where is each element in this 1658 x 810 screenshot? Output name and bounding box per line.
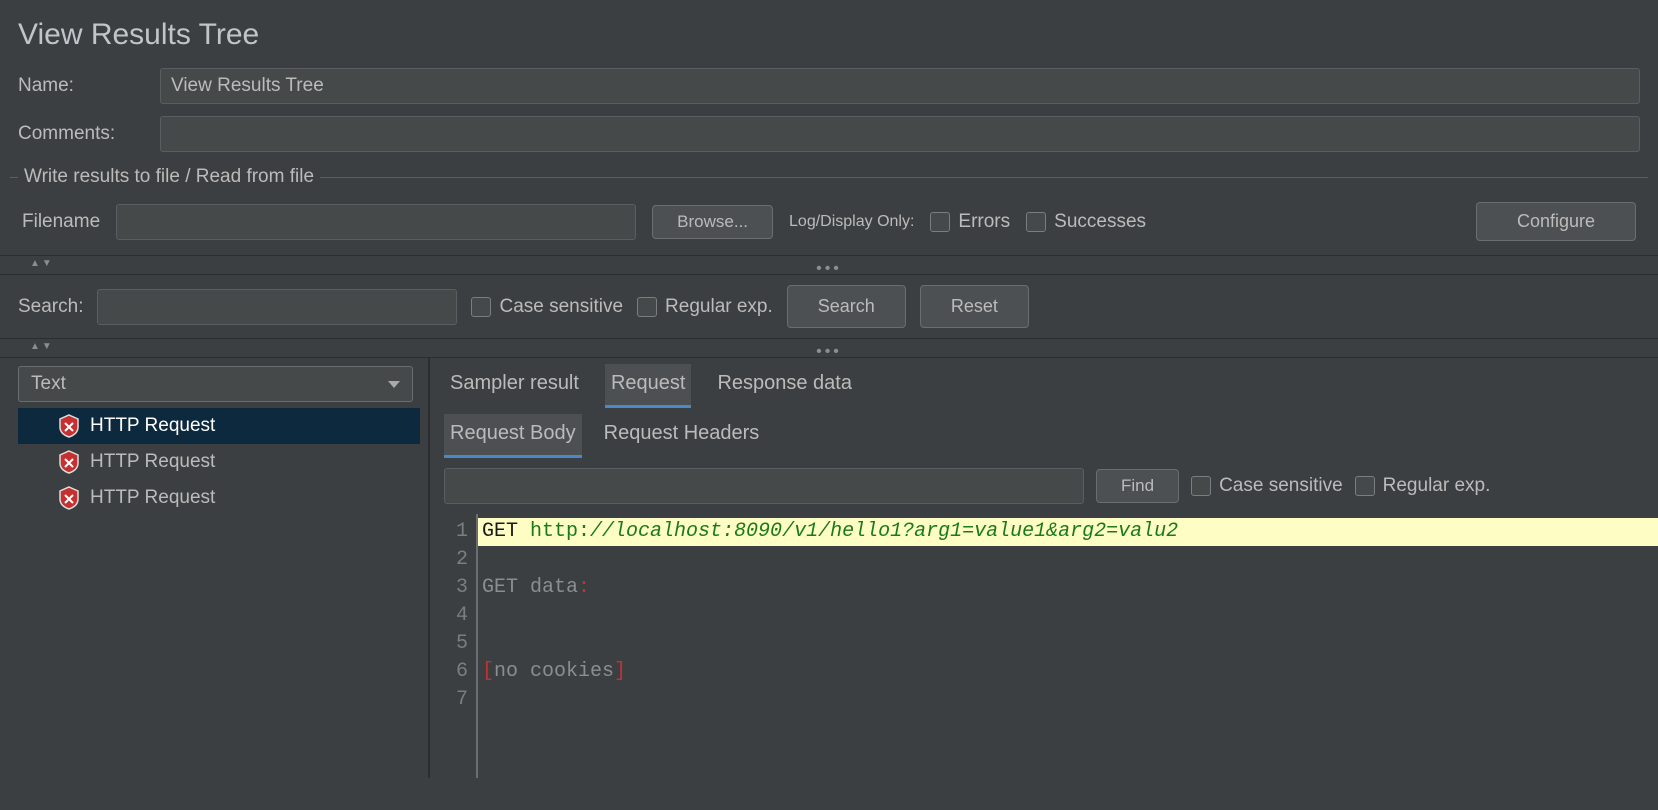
result-item[interactable]: HTTP Request <box>18 444 420 480</box>
code-line-2 <box>478 546 1658 574</box>
splitter-2[interactable]: ▲▼ ••• <box>0 338 1658 358</box>
tabs: Sampler result Request Response data <box>430 358 1658 408</box>
subtab-request-headers[interactable]: Request Headers <box>598 414 766 458</box>
find-regex-checkbox[interactable]: Regular exp. <box>1355 475 1491 497</box>
code-line-1: GET http://localhost:8090/v1/hello1?arg1… <box>478 518 1658 546</box>
filename-input[interactable] <box>116 204 636 240</box>
find-button[interactable]: Find <box>1096 469 1179 503</box>
splitter-arrows-icon: ▲▼ <box>30 341 54 352</box>
search-button[interactable]: Search <box>787 285 906 328</box>
regex-label: Regular exp. <box>665 296 773 318</box>
subtab-request-body[interactable]: Request Body <box>444 414 582 458</box>
results-panel: Text HTTP Request HTTP Request HTTP R <box>0 358 430 778</box>
name-label: Name: <box>18 75 148 97</box>
checkbox-icon <box>1026 212 1046 232</box>
case-label: Case sensitive <box>499 296 623 318</box>
comments-input[interactable] <box>160 116 1640 152</box>
results-tree: HTTP Request HTTP Request HTTP Request <box>18 408 420 516</box>
checkbox-icon <box>1355 476 1375 496</box>
successes-checkbox[interactable]: Successes <box>1026 211 1146 233</box>
checkbox-icon <box>471 297 491 317</box>
result-item[interactable]: HTTP Request <box>18 480 420 516</box>
find-case-label: Case sensitive <box>1219 475 1343 497</box>
renderer-selected: Text <box>31 373 66 395</box>
errors-label: Errors <box>958 211 1010 233</box>
browse-button[interactable]: Browse... <box>652 205 773 239</box>
renderer-dropdown[interactable]: Text <box>18 366 413 402</box>
log-display-label: Log/Display Only: <box>789 213 914 231</box>
line-gutter: 1 2 3 4 5 6 7 <box>430 514 478 778</box>
find-case-checkbox[interactable]: Case sensitive <box>1191 475 1343 497</box>
code-line-3: GET data: <box>478 574 1658 602</box>
errors-checkbox[interactable]: Errors <box>930 211 1010 233</box>
splitter-grip-icon: ••• <box>816 343 842 361</box>
request-body-editor[interactable]: 1 2 3 4 5 6 7 GET http://localhost:8090/… <box>430 514 1658 778</box>
splitter-1[interactable]: ▲▼ ••• <box>0 255 1658 275</box>
checkbox-icon <box>1191 476 1211 496</box>
search-case-checkbox[interactable]: Case sensitive <box>471 296 623 318</box>
page-title: View Results Tree <box>0 0 1658 62</box>
code-area[interactable]: GET http://localhost:8090/v1/hello1?arg1… <box>478 514 1658 778</box>
checkbox-icon <box>637 297 657 317</box>
tab-request[interactable]: Request <box>605 364 692 408</box>
configure-button[interactable]: Configure <box>1476 202 1636 241</box>
detail-panel: Sampler result Request Response data Req… <box>430 358 1658 778</box>
search-input[interactable] <box>97 289 457 325</box>
file-fieldset: Write results to file / Read from file F… <box>10 166 1648 255</box>
code-line-5 <box>478 630 1658 658</box>
find-input[interactable] <box>444 468 1084 504</box>
shield-error-icon <box>58 414 80 438</box>
file-legend: Write results to file / Read from file <box>18 166 320 188</box>
code-line-7 <box>478 686 1658 714</box>
splitter-arrows-icon: ▲▼ <box>30 258 54 269</box>
tab-response-data[interactable]: Response data <box>711 364 858 408</box>
search-label: Search: <box>18 296 83 318</box>
result-label: HTTP Request <box>90 451 215 473</box>
subtabs: Request Body Request Headers <box>430 408 1658 458</box>
code-line-6: [no cookies] <box>478 658 1658 686</box>
result-label: HTTP Request <box>90 487 215 509</box>
reset-button[interactable]: Reset <box>920 285 1029 328</box>
comments-label: Comments: <box>18 123 148 145</box>
successes-label: Successes <box>1054 211 1146 233</box>
filename-label: Filename <box>22 211 100 233</box>
result-item[interactable]: HTTP Request <box>18 408 420 444</box>
shield-error-icon <box>58 450 80 474</box>
find-regex-label: Regular exp. <box>1383 475 1491 497</box>
splitter-grip-icon: ••• <box>816 260 842 278</box>
result-label: HTTP Request <box>90 415 215 437</box>
name-input[interactable] <box>160 68 1640 104</box>
checkbox-icon <box>930 212 950 232</box>
search-regex-checkbox[interactable]: Regular exp. <box>637 296 773 318</box>
chevron-down-icon <box>388 381 400 388</box>
shield-error-icon <box>58 486 80 510</box>
tab-sampler-result[interactable]: Sampler result <box>444 364 585 408</box>
code-line-4 <box>478 602 1658 630</box>
